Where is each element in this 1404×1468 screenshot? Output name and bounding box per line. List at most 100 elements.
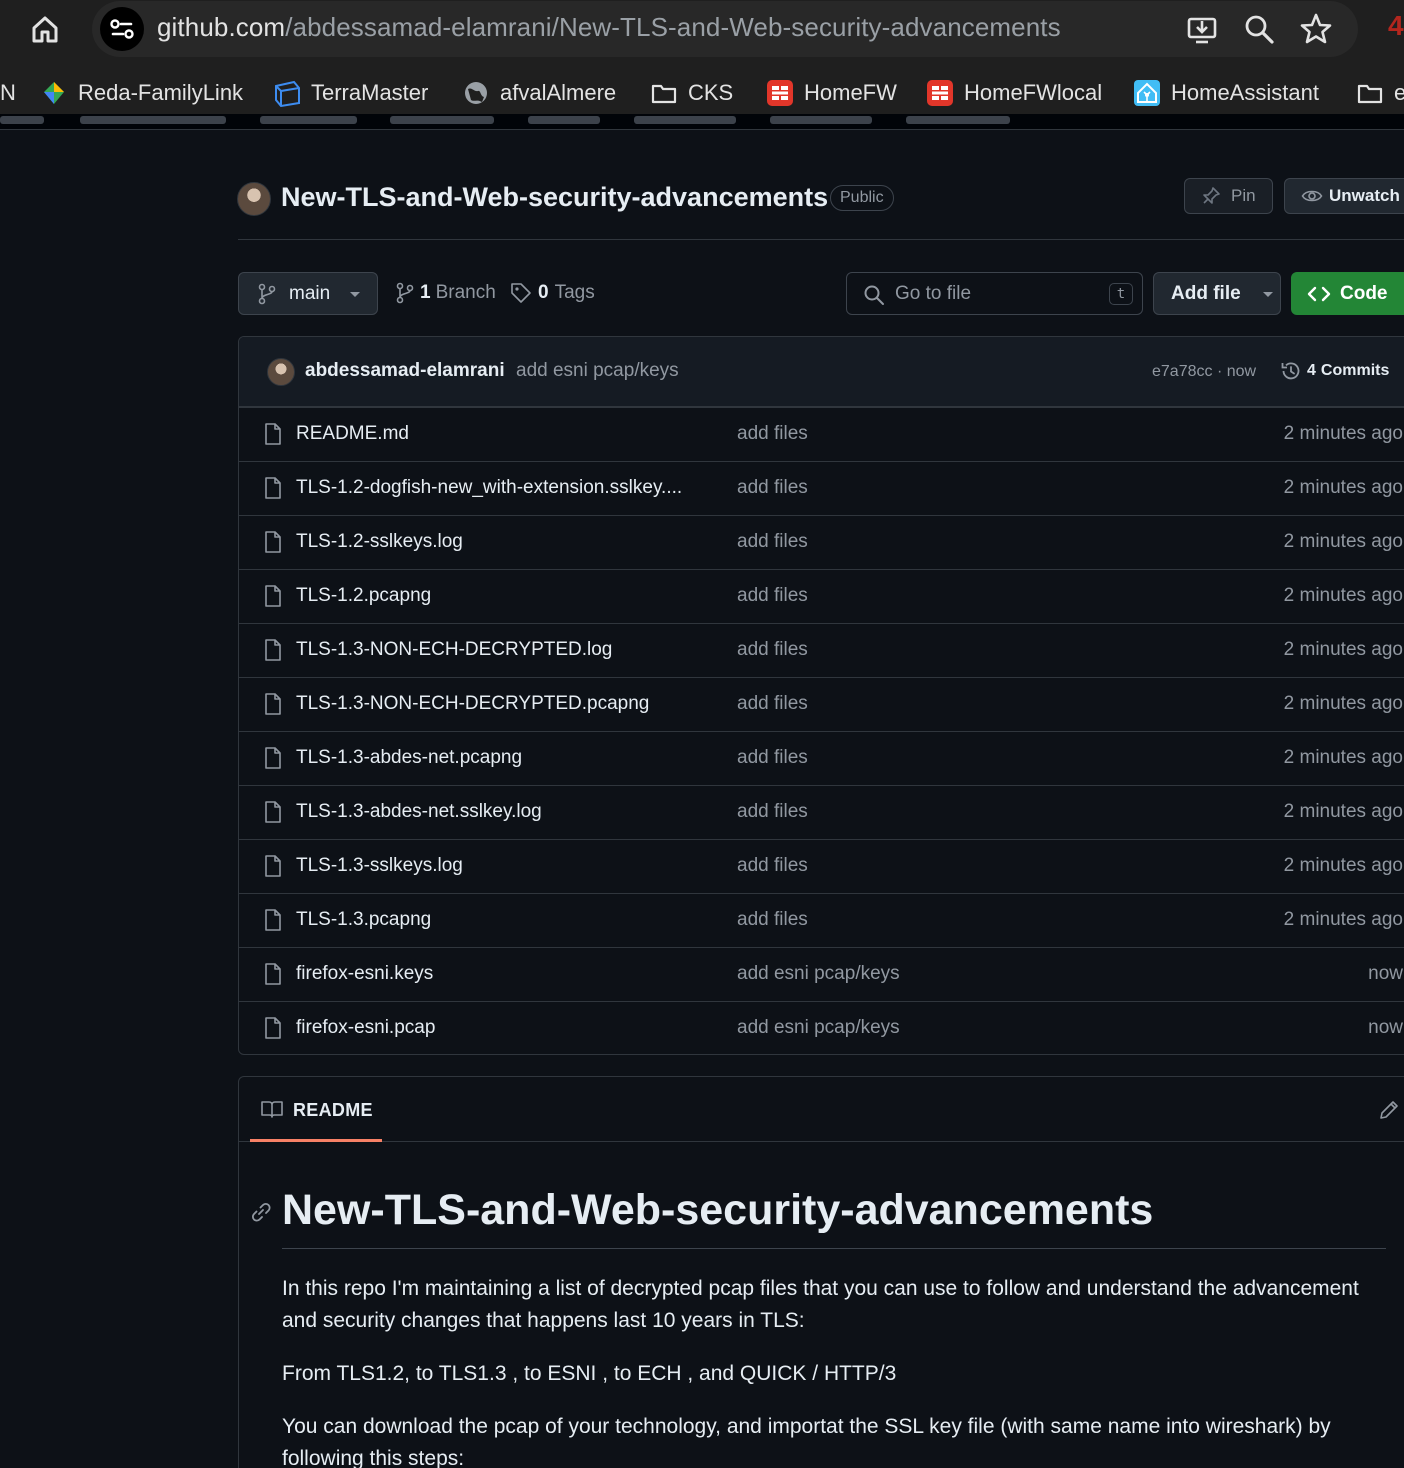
readme-tab[interactable]: README [250,1077,382,1142]
bookmark-homefw[interactable]: HomeFW [766,78,897,108]
file-row[interactable]: TLS-1.3-NON-ECH-DECRYPTED.pcapng add file… [239,677,1404,731]
pin-button[interactable]: Pin [1184,178,1273,214]
bookmark-reda-familylink[interactable]: Reda-FamilyLink [40,78,243,108]
file-commit-message[interactable]: add files [737,639,808,661]
file-name[interactable]: TLS-1.2.pcapng [296,585,431,607]
file-commit-message[interactable]: add files [737,477,808,499]
file-name[interactable]: TLS-1.3-NON-ECH-DECRYPTED.pcapng [296,693,649,715]
tab-pull-requests-fragment[interactable] [80,116,226,124]
repo-nav-tabs [0,114,1404,130]
readme-header: README [239,1077,1404,1142]
bookmark-homefwlocal[interactable]: HomeFWlocal [926,78,1102,108]
commit-message[interactable]: add esni pcap/keys [516,360,679,382]
file-commit-message[interactable]: add files [737,855,808,877]
site-info-button[interactable] [100,7,144,51]
tab-code-fragment[interactable] [0,116,44,124]
branches-link[interactable]: 1 Branch [395,282,496,304]
bookmark-afvalalmere[interactable]: afvalAlmere [462,78,616,108]
bookmark-label: e [1394,80,1404,105]
globe-icon [465,82,487,104]
add-file-button[interactable]: Add file [1153,272,1281,315]
bookmark-folder-e[interactable]: e [1356,78,1404,108]
file-name[interactable]: TLS-1.3-abdes-net.sslkey.log [296,801,542,823]
file-row[interactable]: TLS-1.3.pcapng add files 2 minutes ago [239,893,1404,947]
file-commit-message[interactable]: add esni pcap/keys [737,1017,900,1039]
edit-pencil-icon[interactable] [1378,1099,1400,1121]
file-row[interactable]: TLS-1.3-NON-ECH-DECRYPTED.log add files 2 … [239,623,1404,677]
go-to-file-input[interactable]: Go to file [846,272,1143,315]
bookmark-homeassistant[interactable]: HomeAssistant [1133,78,1319,108]
bookmark-terramaster[interactable]: TerraMaster [273,78,428,108]
file-row[interactable]: firefox-esni.keys add esni pcap/keys now [239,947,1404,1001]
bookmark-label: HomeAssistant [1171,80,1319,105]
file-row[interactable]: README.md add files 2 minutes ago [239,407,1404,461]
tab-projects-fragment[interactable] [390,116,494,124]
owner-avatar[interactable] [237,182,271,216]
tab-security-fragment[interactable] [634,116,736,124]
file-icon [265,693,281,715]
file-row[interactable]: TLS-1.2-sslkeys.log add files 2 minutes ag… [239,515,1404,569]
file-commit-message[interactable]: add files [737,531,808,553]
home-icon[interactable] [28,12,62,46]
code-label: Code [1340,282,1388,304]
tab-wiki-fragment[interactable] [528,116,600,124]
readme-paragraph-3: You can download the pcap of your techno… [282,1415,1331,1468]
file-name[interactable]: TLS-1.2-dogfish-new_with-extension.sslke… [296,477,682,499]
file-row[interactable]: firefox-esni.pcap add esni pcap/keys now [239,1001,1404,1054]
code-button[interactable]: Code [1291,272,1404,315]
zoom-icon[interactable] [1241,11,1277,47]
file-commit-message[interactable]: add files [737,585,808,607]
unwatch-button[interactable]: Unwatch [1284,178,1404,214]
file-name[interactable]: TLS-1.2-sslkeys.log [296,531,463,553]
repo-name[interactable]: New-TLS-and-Web-security-advancements [281,182,828,213]
file-name[interactable]: TLS-1.3-sslkeys.log [296,855,463,877]
file-icon [265,585,281,607]
file-icon [265,639,281,661]
file-icon [265,477,281,499]
file-name[interactable]: TLS-1.3-abdes-net.pcapng [296,747,522,769]
file-name[interactable]: firefox-esni.keys [296,963,433,985]
file-icon [265,747,281,769]
file-icon [265,1017,281,1039]
commit-hash-time[interactable]: e7a78cc · now [1152,363,1256,381]
add-file-label: Add file [1171,282,1241,304]
install-app-icon[interactable] [1184,11,1220,47]
fortinet-icon [767,80,793,106]
file-name[interactable]: README.md [296,423,409,445]
file-commit-date: 2 minutes ago [1283,531,1403,552]
bookmark-star-icon[interactable] [1298,11,1334,47]
file-commit-message[interactable]: add files [737,801,808,823]
branch-icon [396,282,414,304]
folder-icon [1357,84,1383,104]
file-commit-message[interactable]: add files [737,693,808,715]
file-icon [265,963,281,985]
file-name[interactable]: TLS-1.3.pcapng [296,909,431,931]
file-commit-message[interactable]: add files [737,909,808,931]
tab-settings-fragment[interactable] [906,116,1010,124]
file-row[interactable]: TLS-1.3-sslkeys.log add files 2 minutes ag… [239,839,1404,893]
tab-actions-fragment[interactable] [260,116,357,124]
url-path: /abdessamad-elamrani/New-TLS-and-Web-sec… [285,12,1061,42]
url-text[interactable]: github.com/abdessamad-elamrani/New-TLS-a… [157,12,1061,43]
file-commit-message[interactable]: add files [737,747,808,769]
file-commit-message[interactable]: add files [737,423,808,445]
homeassistant-icon [1134,80,1160,106]
anchor-link-icon[interactable] [250,1201,272,1223]
file-commit-message[interactable]: add esni pcap/keys [737,963,900,985]
file-row[interactable]: TLS-1.3-abdes-net.pcapng add files 2 minut… [239,731,1404,785]
branch-selector[interactable]: main [238,272,378,315]
bookmark-cks[interactable]: CKS [650,78,733,108]
branch-count-label: Branch [435,282,496,303]
file-name[interactable]: firefox-esni.pcap [296,1017,435,1039]
file-row[interactable]: TLS-1.3-abdes-net.sslkey.log add files 2 m… [239,785,1404,839]
author-avatar[interactable] [267,358,295,386]
file-name[interactable]: TLS-1.3-NON-ECH-DECRYPTED.log [296,639,612,661]
bookmark-n[interactable]: N [0,78,16,108]
file-row[interactable]: TLS-1.2-dogfish-new_with-extension.sslke… [239,461,1404,515]
tab-insights-fragment[interactable] [770,116,872,124]
extension-badge[interactable]: 4 [1388,10,1404,42]
tags-link[interactable]: 0 Tags [510,282,595,304]
commit-author[interactable]: abdessamad-elamrani [305,360,505,382]
commits-link[interactable]: 4 Commits [1280,360,1389,382]
file-row[interactable]: TLS-1.2.pcapng add files 2 minutes ago [239,569,1404,623]
